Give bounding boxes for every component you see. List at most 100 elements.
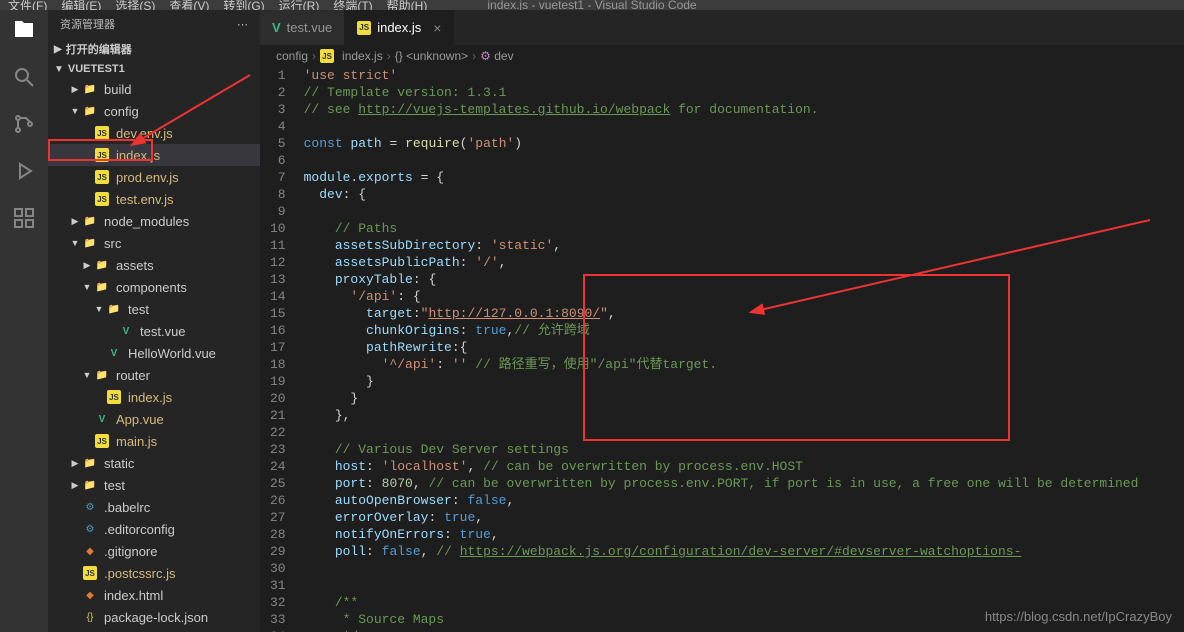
watermark: https://blog.csdn.net/IpCrazyBoy — [985, 609, 1172, 624]
tree-label: router — [116, 368, 150, 383]
source-control-icon[interactable] — [12, 112, 36, 139]
tree-label: static — [104, 456, 134, 471]
menu-item[interactable]: 文件(F) — [8, 0, 47, 10]
tree-label: .babelrc — [104, 500, 150, 515]
tree-label: prod.env.js — [116, 170, 179, 185]
file-item[interactable]: JS prod.env.js — [48, 166, 260, 188]
file-item[interactable]: JS index.js — [48, 144, 260, 166]
chevron-icon: ▼ — [80, 370, 94, 380]
vue-icon: V — [118, 323, 134, 339]
chevron-icon: ▼ — [92, 304, 106, 314]
chevron-icon: ▶ — [68, 458, 82, 469]
menu-item[interactable]: 查看(V) — [169, 0, 209, 10]
tab-label: test.vue — [287, 20, 333, 35]
html-icon: ◆ — [82, 587, 98, 603]
editor-tab[interactable]: JS index.js × — [345, 10, 454, 45]
folder-item[interactable]: ▼📁test — [48, 298, 260, 320]
tree-label: build — [104, 82, 131, 97]
tree-label: test.env.js — [116, 192, 174, 207]
vue-icon: V — [272, 20, 281, 35]
file-item[interactable]: JS index.js — [48, 386, 260, 408]
file-item[interactable]: ◆index.html — [48, 584, 260, 606]
tree-label: dev.env.js — [116, 126, 173, 141]
file-item[interactable]: {}package-lock.json — [48, 606, 260, 628]
file-item[interactable]: ⚙.editorconfig — [48, 518, 260, 540]
file-item[interactable]: VHelloWorld.vue — [48, 342, 260, 364]
folder-item[interactable]: ▶📁assets — [48, 254, 260, 276]
explorer-icon[interactable] — [12, 18, 36, 45]
js-icon: JS — [94, 169, 110, 185]
folder-icon: 📁 — [106, 301, 122, 317]
code-content[interactable]: 'use strict'// Template version: 1.3.1//… — [304, 67, 1184, 632]
tree-label: index.js — [116, 148, 160, 163]
file-icon: ⚙ — [82, 521, 98, 537]
close-icon[interactable]: × — [433, 20, 441, 36]
file-item[interactable]: JS test.env.js — [48, 188, 260, 210]
chevron-icon: ▼ — [80, 282, 94, 292]
search-icon[interactable] — [12, 65, 36, 92]
folder-icon: 📁 — [82, 103, 98, 119]
tree-label: node_modules — [104, 214, 189, 229]
file-item[interactable]: JS .postcssrc.js — [48, 562, 260, 584]
tree-label: config — [104, 104, 139, 119]
folder-item[interactable]: ▶📁build — [48, 78, 260, 100]
editor-tabs: Vtest.vue JS index.js × — [260, 10, 1184, 45]
tree-label: index.js — [128, 390, 172, 405]
breadcrumb-segment[interactable]: index.js — [342, 49, 383, 63]
activity-bar — [0, 10, 48, 632]
tree-label: components — [116, 280, 187, 295]
menubar: 文件(F) 编辑(E) 选择(S) 查看(V) 转到(G) 运行(R) 终端(T) 帮助(H)… — [0, 0, 1184, 10]
tree-label: App.vue — [116, 412, 164, 427]
folder-item[interactable]: ▼📁 src — [48, 232, 260, 254]
tree-label: test — [104, 478, 125, 493]
breadcrumb-segment[interactable]: ⚙ dev — [480, 49, 513, 63]
breadcrumb-segment[interactable]: {} <unknown> — [395, 49, 468, 63]
breadcrumbs[interactable]: config›JSindex.js›{} <unknown>›⚙ dev — [260, 45, 1184, 67]
menu-item[interactable]: 转到(G) — [223, 0, 264, 10]
editor-tab[interactable]: Vtest.vue — [260, 10, 345, 45]
debug-icon[interactable] — [12, 159, 36, 186]
folder-item[interactable]: ▼📁router — [48, 364, 260, 386]
js-icon: JS — [357, 21, 371, 35]
file-item[interactable]: VApp.vue — [48, 408, 260, 430]
more-icon[interactable]: ⋯ — [237, 18, 248, 31]
open-editors-section[interactable]: ▶打开的编辑器 — [48, 38, 260, 60]
chevron-icon: ▼ — [68, 238, 82, 248]
file-item[interactable]: {}package.json — [48, 628, 260, 632]
breadcrumb-segment[interactable]: config — [276, 49, 308, 63]
js-icon: JS — [94, 191, 110, 207]
menu-item[interactable]: 帮助(H) — [387, 0, 428, 10]
folder-item[interactable]: ▶📁node_modules — [48, 210, 260, 232]
code-editor[interactable]: 1234567891011121314151617181920212223242… — [260, 67, 1184, 632]
project-section[interactable]: ▼VUETEST1 — [48, 60, 260, 78]
js-icon: JS — [106, 389, 122, 405]
folder-icon: 📁 — [82, 235, 98, 251]
menu-item[interactable]: 编辑(E) — [61, 0, 101, 10]
menu-item[interactable]: 终端(T) — [333, 0, 372, 10]
file-item[interactable]: ◆.gitignore — [48, 540, 260, 562]
file-item[interactable]: JSmain.js — [48, 430, 260, 452]
explorer-title: 资源管理器 — [60, 16, 115, 32]
extensions-icon[interactable] — [12, 206, 36, 233]
tree-label: .postcssrc.js — [104, 566, 176, 581]
folder-item[interactable]: ▼📁 config — [48, 100, 260, 122]
menu-item[interactable]: 运行(R) — [279, 0, 320, 10]
file-item[interactable]: JSdev.env.js — [48, 122, 260, 144]
folder-item[interactable]: ▶📁test — [48, 474, 260, 496]
file-item[interactable]: ⚙.babelrc — [48, 496, 260, 518]
sidebar: 资源管理器 ⋯ ▶打开的编辑器 ▼VUETEST1 ▶📁build▼📁confi… — [48, 10, 260, 632]
folder-item[interactable]: ▶📁 static — [48, 452, 260, 474]
tree-label: src — [104, 236, 121, 251]
tab-label: index.js — [377, 20, 421, 35]
tree-label: test.vue — [140, 324, 186, 339]
js-icon: JS — [94, 147, 110, 163]
chevron-icon: ▼ — [68, 106, 82, 116]
folder-item[interactable]: ▼📁components — [48, 276, 260, 298]
folder-icon: 📁 — [82, 213, 98, 229]
js-icon: JS — [82, 565, 98, 581]
git-icon: ◆ — [82, 543, 98, 559]
tree-label: main.js — [116, 434, 157, 449]
menu-item[interactable]: 选择(S) — [115, 0, 155, 10]
file-item[interactable]: Vtest.vue — [48, 320, 260, 342]
folder-icon: 📁 — [82, 455, 98, 471]
